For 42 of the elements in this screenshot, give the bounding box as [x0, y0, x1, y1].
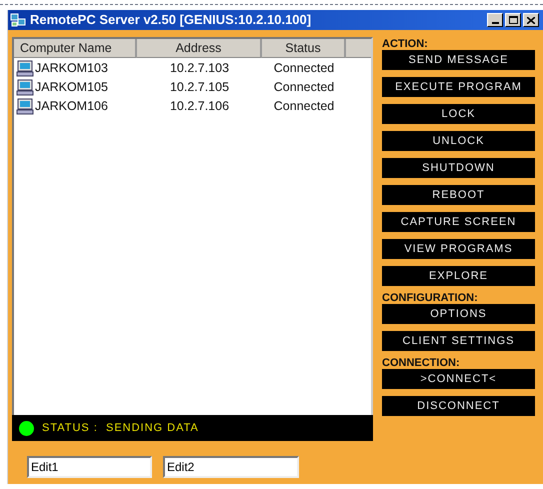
minimize-icon — [492, 22, 498, 24]
action-button[interactable]: OPTIONS — [382, 304, 535, 324]
computer-icon — [16, 79, 34, 96]
minimize-button[interactable] — [487, 13, 503, 27]
computer-name[interactable]: JARKOM106 — [35, 97, 108, 116]
section-heading: ACTION: — [382, 38, 429, 50]
address-cell-text: 10.2.7.106 — [168, 98, 230, 116]
text-field[interactable]: Edit2 — [163, 456, 299, 478]
status-cell-text: Connected — [272, 98, 336, 116]
maximize-button[interactable] — [505, 13, 521, 27]
action-button[interactable]: EXPLORE — [382, 266, 535, 286]
computer-icon — [16, 60, 34, 77]
address-cell-text: 10.2.7.103 — [168, 60, 230, 78]
action-button[interactable]: REBOOT — [382, 185, 535, 205]
action-button[interactable]: LOCK — [382, 104, 535, 124]
action-button[interactable]: EXECUTE PROGRAM — [382, 77, 535, 97]
action-button[interactable]: DISCONNECT — [382, 396, 535, 416]
action-button[interactable]: >CONNECT< — [382, 369, 535, 389]
action-button[interactable]: SHUTDOWN — [382, 158, 535, 178]
close-icon — [527, 16, 535, 24]
section-heading: CONFIGURATION: — [382, 292, 479, 304]
action-button[interactable]: CLIENT SETTINGS — [382, 331, 535, 351]
status-cell-text: Connected — [272, 79, 336, 96]
section-heading: CONNECTION: — [382, 357, 461, 369]
window-title: RemotePC Server v2.50 [GENIUS:10.2.10.100] — [30, 11, 312, 30]
column-header[interactable]: Address — [137, 39, 262, 58]
computer-name[interactable]: JARKOM105 — [35, 78, 108, 97]
status-text: STATUS : SENDING DATA — [42, 420, 199, 436]
address-cell-text: 10.2.7.105 — [168, 79, 230, 96]
action-button[interactable]: SEND MESSAGE — [382, 50, 535, 70]
text-field[interactable]: Edit1 — [27, 456, 152, 478]
maximize-icon — [508, 16, 518, 24]
computer-name[interactable]: JARKOM103 — [35, 59, 108, 78]
column-header[interactable]: Status — [262, 39, 346, 58]
network-icon — [10, 12, 26, 28]
action-button[interactable]: CAPTURE SCREEN — [382, 212, 535, 232]
column-header[interactable]: Computer Name — [14, 39, 137, 58]
action-button[interactable]: UNLOCK — [382, 131, 535, 151]
computer-icon — [16, 98, 34, 115]
status-cell-text: Connected — [272, 60, 336, 78]
close-button[interactable] — [523, 13, 539, 27]
action-button[interactable]: VIEW PROGRAMS — [382, 239, 535, 259]
